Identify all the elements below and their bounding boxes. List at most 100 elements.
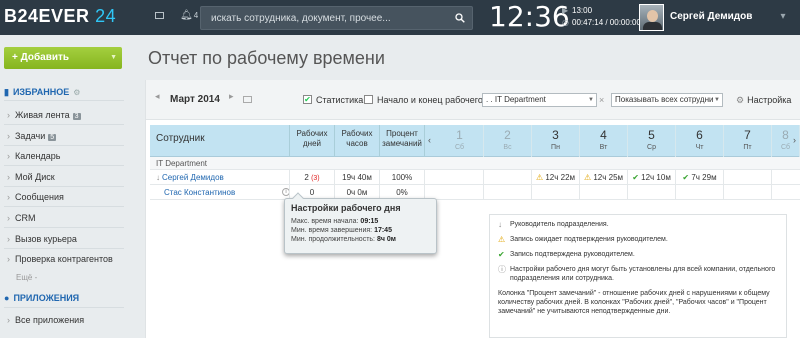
day-cell[interactable]: ⚠ 12ч 25м (580, 170, 628, 185)
column-work-days[interactable]: Рабочих дней (290, 125, 335, 157)
show-employees-select[interactable]: Показывать всех сотрудни ▼ (611, 93, 723, 107)
sidebar-item-live-feed[interactable]: › Живая лента 3 (7, 110, 81, 120)
sidebar-item-label: Вызов курьера (15, 234, 77, 244)
day-number: 1 (456, 128, 463, 142)
day-time: 12ч 22м (545, 173, 576, 182)
sidebar-item-my-drive[interactable]: › Мой Диск (7, 172, 55, 182)
time-info[interactable]: ▶ 13:00 ◷ 00:47:14 / 00:00:00 (562, 5, 641, 29)
day-cell[interactable] (628, 185, 676, 200)
search-input[interactable] (211, 11, 451, 26)
play-icon: ▶ (562, 6, 569, 15)
worked-time-row: ◷ 00:47:14 / 00:00:00 (562, 17, 641, 29)
day-cell[interactable] (724, 185, 772, 200)
day-cell[interactable] (484, 185, 532, 200)
work-hours-cell: 19ч 40м (335, 170, 380, 185)
avatar[interactable] (639, 4, 664, 31)
gear-icon: ⚙︎ (736, 95, 745, 105)
day-cell[interactable] (772, 185, 800, 200)
sidebar-item-label: Все приложения (15, 315, 85, 325)
chevron-down-icon[interactable]: ▾ (776, 10, 790, 24)
apps-section[interactable]: ● ПРИЛОЖЕНИЯ (4, 293, 79, 303)
clear-department-button[interactable]: × (599, 95, 604, 105)
sidebar-item-messages[interactable]: › Сообщения (7, 192, 64, 202)
day-header: 1 Сб (436, 125, 484, 157)
statistics-label[interactable]: Статистика (316, 95, 363, 105)
bookmark-icon: ▮ (4, 87, 9, 97)
day-cell[interactable] (436, 185, 484, 200)
logo[interactable]: B24EVER 24 (4, 6, 116, 27)
day-number: 6 (696, 128, 703, 142)
calendar-icon[interactable] (243, 96, 252, 103)
grid-header: Сотрудник Рабочих дней Рабочих часов Про… (150, 125, 800, 157)
day-cell[interactable] (772, 170, 800, 185)
settings-button[interactable]: ⚙︎ Настройка (736, 95, 791, 106)
bell-icon: 🔔︎ (180, 10, 193, 21)
legend-text: Руководитель подразделения. (510, 221, 609, 228)
day-cell[interactable] (676, 185, 724, 200)
start-time: 13:00 (572, 6, 593, 15)
day-cell[interactable]: ✔ 12ч 10м (628, 170, 676, 185)
legend-text: Запись подтверждена руководителем. (510, 251, 635, 258)
scroll-left-button[interactable]: ‹ (428, 135, 431, 145)
sidebar-item-crm[interactable]: › CRM (7, 213, 36, 223)
day-number: 2 (504, 128, 511, 142)
top-bar: B24EVER 24 🔔︎4 12:36 ▶13:00 ◷00:47:14 / … (0, 0, 800, 35)
day-weekday: Пн (551, 144, 560, 151)
day-cell[interactable] (484, 170, 532, 185)
sidebar-item-counterparty-check[interactable]: › Проверка контрагентов (7, 254, 113, 264)
department-row: IT Department (150, 157, 800, 170)
day-number: 7 (744, 128, 751, 142)
scroll-right-button[interactable]: › (793, 135, 796, 145)
user-name[interactable]: Сергей Демидов (670, 11, 752, 22)
clock[interactable]: 12:36 (489, 0, 570, 34)
sidebar-item-tasks[interactable]: › Задачи 5 (7, 131, 57, 141)
start-end-checkbox[interactable] (364, 95, 373, 104)
column-employee[interactable]: Сотрудник (150, 125, 290, 157)
day-weekday: Сб (454, 144, 465, 151)
month-label[interactable]: Март 2014 (170, 94, 220, 105)
tooltip-title: Настройки рабочего дня (291, 203, 401, 213)
notifications-count: 4 (193, 11, 199, 20)
clock-icon: ◷ (562, 18, 569, 27)
department-value: . . IT Department (486, 95, 546, 104)
chevron-down-icon[interactable]: ▼ (110, 47, 117, 69)
prev-month-button[interactable]: ◂ (155, 91, 160, 102)
sidebar-item-label: Задачи (15, 131, 46, 141)
column-violations[interactable]: Процент замечаний (380, 125, 425, 157)
search-icon[interactable] (455, 13, 465, 23)
notifications-button[interactable]: 🔔︎4 (180, 10, 198, 21)
work-days-cell: 2 (3) (290, 170, 335, 185)
day-cell[interactable]: ✔ 7ч 29м (676, 170, 724, 185)
sidebar-item-label: Календарь (15, 151, 61, 161)
warning-icon: ⚠ (498, 235, 506, 244)
sidebar-more-link[interactable]: Ещё - (16, 273, 37, 282)
day-cell[interactable] (436, 170, 484, 185)
favorites-label: ИЗБРАННОЕ (12, 87, 70, 97)
gear-icon[interactable]: ⚙︎ (73, 88, 80, 97)
add-button[interactable]: + Добавить ▼ (4, 47, 122, 69)
day-cell[interactable]: ⚠ 12ч 22м (532, 170, 580, 185)
sidebar-item-all-apps[interactable]: › Все приложения (7, 315, 84, 325)
search-box (200, 6, 473, 30)
sidebar-item-calendar[interactable]: › Календарь (7, 151, 60, 161)
day-cell[interactable] (724, 170, 772, 185)
envelope-icon[interactable] (155, 12, 164, 19)
page-title: Отчет по рабочему времени (148, 48, 385, 68)
legend-note: Колонка "Процент замечаний" - отношение … (498, 290, 770, 315)
warning-icon: ⚠ (583, 173, 592, 182)
department-select[interactable]: . . IT Department ▼ (482, 93, 597, 107)
day-cell[interactable] (580, 185, 628, 200)
start-time-row: ▶ 13:00 (562, 5, 641, 17)
next-month-button[interactable]: ▸ (229, 91, 234, 102)
warning-icon: ⚠ (535, 173, 544, 182)
day-weekday: Чт (695, 144, 704, 151)
sidebar-item-courier[interactable]: › Вызов курьера (7, 234, 77, 244)
day-header: 2 Вс (484, 125, 532, 157)
sidebar-item-count: 5 (48, 134, 57, 141)
sidebar-item-count: 3 (72, 113, 81, 120)
statistics-checkbox[interactable]: ✔ (303, 95, 312, 104)
day-cell[interactable] (532, 185, 580, 200)
favorites-section[interactable]: ▮ ИЗБРАННОЕ ⚙︎ (4, 87, 80, 98)
column-work-hours[interactable]: Рабочих часов (335, 125, 380, 157)
check-icon: ✔ (682, 173, 690, 182)
